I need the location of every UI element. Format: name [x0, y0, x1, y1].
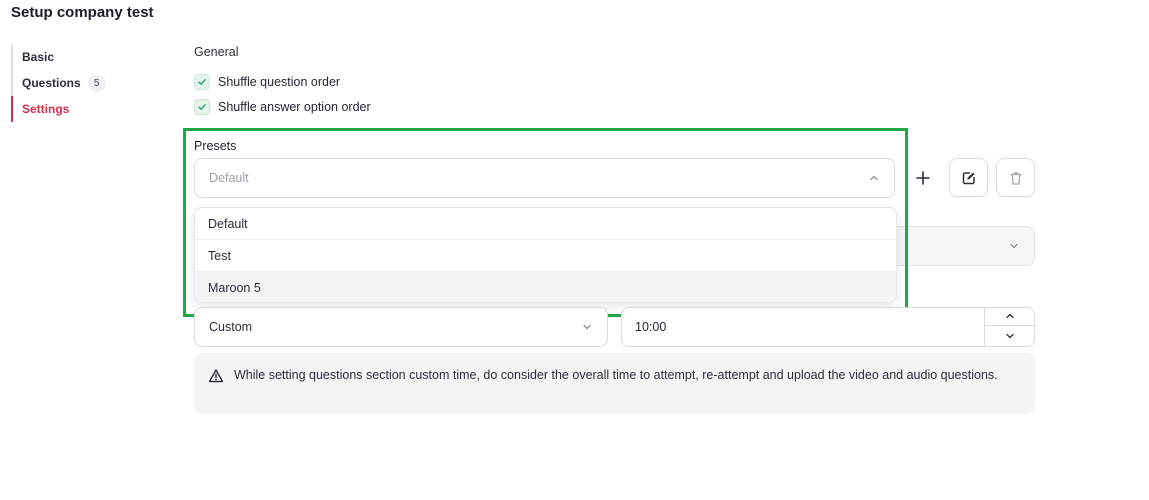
shuffle-question-order-checkbox[interactable] — [194, 74, 210, 90]
time-field[interactable] — [621, 307, 1035, 347]
shuffle-answer-order-checkbox[interactable] — [194, 99, 210, 115]
edit-icon — [962, 171, 975, 184]
chevron-down-icon — [1010, 243, 1018, 249]
sidebar-item-label: Basic — [22, 50, 55, 64]
sidebar-item-settings[interactable]: Settings — [11, 96, 161, 122]
sidebar-item-basic[interactable]: Basic — [11, 44, 161, 70]
edit-preset-button[interactable] — [949, 158, 988, 197]
sidebar-item-questions[interactable]: Questions 5 — [11, 70, 161, 96]
plus-icon — [915, 170, 930, 185]
custom-time-info-text: While setting questions section custom t… — [234, 368, 998, 382]
chevron-up-icon — [1006, 313, 1014, 319]
shuffle-answer-order-label: Shuffle answer option order — [218, 100, 371, 114]
check-icon — [198, 104, 206, 110]
preset-option-test[interactable]: Test — [195, 240, 896, 272]
add-preset-button[interactable] — [903, 158, 942, 197]
chevron-up-icon — [870, 175, 878, 181]
check-icon — [198, 79, 206, 85]
time-increment-button[interactable] — [985, 307, 1035, 326]
chevron-down-icon — [1006, 333, 1014, 338]
general-section-label: General — [194, 45, 239, 59]
time-mode-value: Custom — [209, 320, 253, 334]
preset-option-maroon-5[interactable]: Maroon 5 — [195, 272, 896, 302]
presets-selected-value: Default — [209, 171, 249, 185]
warning-icon — [208, 369, 224, 383]
presets-select[interactable]: Default — [194, 158, 895, 198]
time-input[interactable] — [635, 320, 935, 334]
chevron-down-icon — [583, 324, 591, 330]
shuffle-question-order-label: Shuffle question order — [218, 75, 341, 89]
trash-icon — [1009, 171, 1022, 185]
time-stepper — [984, 307, 1035, 347]
preset-option-default[interactable]: Default — [195, 208, 896, 240]
presets-dropdown: Default Test Maroon 5 — [194, 207, 897, 303]
sidebar-item-label: Settings — [22, 102, 70, 116]
time-mode-select[interactable]: Custom — [194, 307, 608, 347]
shuffle-question-order-option[interactable]: Shuffle question order — [194, 74, 340, 90]
side-nav: Basic Questions 5 Settings — [11, 44, 161, 122]
sidebar-item-label: Questions — [22, 76, 81, 90]
shuffle-answer-order-option[interactable]: Shuffle answer option order — [194, 99, 371, 115]
settings-page: Setup company test Basic Questions 5 Set… — [0, 0, 1149, 500]
delete-preset-button[interactable] — [996, 158, 1035, 197]
questions-count-badge: 5 — [87, 74, 106, 92]
custom-time-info-box: While setting questions section custom t… — [194, 353, 1035, 414]
time-decrement-button[interactable] — [985, 326, 1035, 345]
page-title: Setup company test — [11, 4, 154, 21]
presets-label: Presets — [194, 139, 237, 153]
